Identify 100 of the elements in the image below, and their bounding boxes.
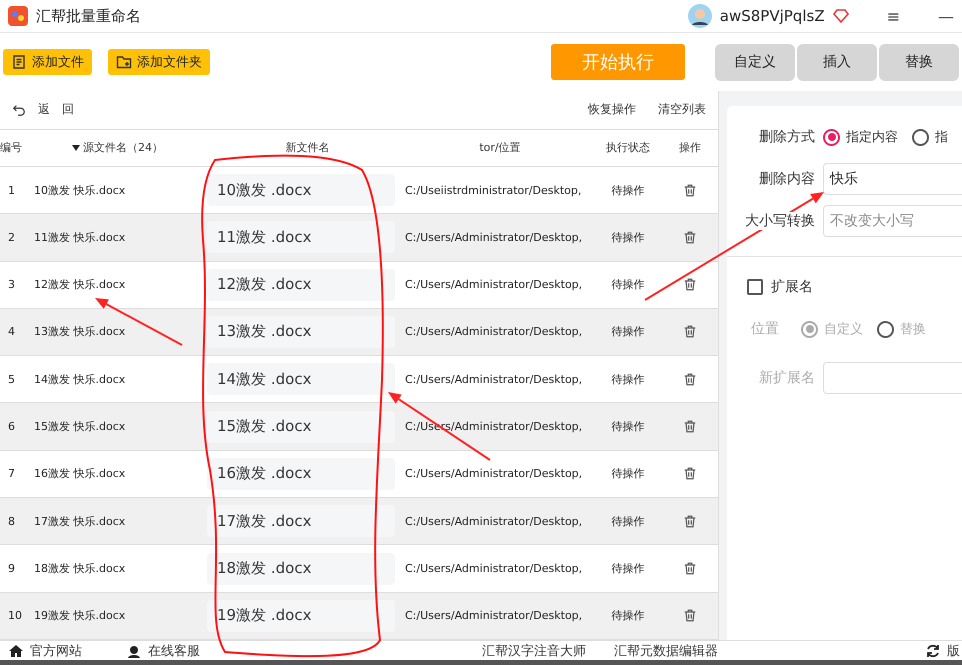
- trash-icon: [683, 466, 697, 482]
- trash-icon: [683, 277, 697, 292]
- column-header: 编号: [0, 140, 23, 156]
- path-cell-text: C:/Users/Administrator/Desktop,: [405, 609, 584, 622]
- delete-button[interactable]: [683, 561, 697, 576]
- checkbox-label: 扩展名: [771, 278, 813, 296]
- source-file-name: 17激发 快乐.docx: [33, 514, 126, 529]
- new-name-field[interactable]: 13激发 .docx: [207, 316, 395, 348]
- add-folder-button[interactable]: 添加文件夹: [108, 49, 210, 75]
- row-number: 4: [7, 325, 16, 338]
- row-number: 5: [7, 372, 16, 386]
- row-number: 6: [7, 420, 16, 434]
- column-header: 操作: [678, 140, 702, 156]
- trash-icon: [683, 608, 697, 624]
- row-number: 1: [7, 184, 16, 197]
- path-cell-text: C:/Users/Administrator/Desktop,: [405, 514, 584, 528]
- checkbox[interactable]: [747, 279, 763, 295]
- footer-link[interactable]: 官方网站: [30, 642, 82, 660]
- delete-button[interactable]: [683, 419, 697, 434]
- new-extension-field[interactable]: [823, 362, 962, 394]
- source-file-name: 11激发 快乐.docx: [33, 230, 126, 245]
- add-file-button[interactable]: 添加文件: [3, 49, 92, 75]
- status-cell-text: 待操作: [610, 230, 646, 245]
- source-file-name: 15激发 快乐.docx: [33, 419, 126, 434]
- delete-button[interactable]: [683, 182, 697, 198]
- version-label: 版: [947, 642, 960, 660]
- app-logo-icon: [8, 6, 28, 26]
- status-cell-text: 待操作: [610, 514, 646, 529]
- source-file-name: 13激发 快乐.docx: [33, 324, 126, 340]
- delete-button[interactable]: [683, 372, 697, 387]
- new-name-field[interactable]: 12激发 .docx: [207, 268, 395, 301]
- radio-option[interactable]: 指定内容: [823, 128, 898, 146]
- column-header[interactable]: 源文件名（24）: [83, 140, 163, 156]
- path-cell-text: C:/Users/Administrator/Desktop,: [405, 230, 584, 244]
- menu-button[interactable]: ≡: [886, 6, 900, 26]
- path-cell-text: C:/Users/Administrator/Desktop,: [405, 562, 584, 576]
- footer-link[interactable]: 汇帮元数据编辑器: [614, 642, 718, 660]
- status-cell-text: 待操作: [610, 608, 646, 624]
- source-file-name: 16激发 快乐.docx: [33, 466, 126, 482]
- trash-icon: [683, 230, 697, 245]
- status-cell-text: 待操作: [610, 561, 646, 576]
- trash-icon: [683, 514, 697, 529]
- source-file-name: 19激发 快乐.docx: [33, 608, 126, 624]
- new-name-field[interactable]: 10激发 .docx: [207, 174, 395, 206]
- status-cell-text: 待操作: [610, 419, 646, 434]
- new-name-field[interactable]: 17激发 .docx: [207, 505, 395, 538]
- trash-icon: [683, 372, 697, 387]
- clear-list-button[interactable]: 清空列表: [658, 101, 706, 118]
- source-file-name: 18激发 快乐.docx: [33, 561, 126, 576]
- path-cell-text: C:/Users/Administrator/Desktop,: [405, 278, 584, 292]
- mode-tab[interactable]: 插入: [797, 44, 877, 80]
- new-name-field[interactable]: 14激发 .docx: [207, 363, 395, 396]
- path-cell-text: C:/Users/Administrator/Desktop,: [405, 467, 584, 480]
- trash-icon: [683, 419, 697, 434]
- file-list-icon: [11, 54, 27, 70]
- path-cell-text: C:/Users/Administrator/Desktop,: [405, 325, 584, 338]
- delete-button[interactable]: [683, 324, 697, 340]
- status-cell-text: 待操作: [610, 182, 646, 198]
- window-title: 汇帮批量重命名: [36, 6, 142, 26]
- delete-button[interactable]: [683, 230, 697, 245]
- status-cell-text: 待操作: [610, 277, 646, 292]
- refresh-icon: [925, 642, 941, 658]
- path-cell-text: C:/Useiistrdministrator/Desktop,: [405, 184, 582, 197]
- mode-tab[interactable]: 替换: [879, 44, 959, 80]
- new-name-field[interactable]: 11激发 .docx: [207, 221, 395, 254]
- radio-option[interactable]: 指: [912, 128, 948, 146]
- trash-icon: [683, 182, 697, 198]
- delete-button[interactable]: [683, 466, 697, 482]
- delete-button[interactable]: [683, 608, 697, 624]
- back-button[interactable]: 返: [38, 101, 50, 118]
- delete-button[interactable]: [683, 277, 697, 292]
- home-icon: [8, 642, 24, 658]
- row-number: 9: [7, 562, 16, 576]
- new-name-field[interactable]: 15激发 .docx: [207, 410, 395, 443]
- delete-button[interactable]: [683, 514, 697, 529]
- row-number: 2: [7, 230, 16, 244]
- sort-caret-icon: [72, 144, 80, 151]
- row-number: 3: [7, 278, 16, 292]
- back-button[interactable]: 回: [62, 101, 74, 118]
- footer-link[interactable]: 在线客服: [148, 642, 200, 660]
- new-name-field[interactable]: 16激发 .docx: [207, 458, 395, 490]
- restore-button[interactable]: 恢复操作: [588, 101, 636, 118]
- new-name-field[interactable]: 19激发 .docx: [207, 600, 395, 632]
- new-name-field[interactable]: 18激发 .docx: [207, 552, 395, 585]
- trash-icon: [683, 561, 697, 576]
- user-name[interactable]: awS8PVjPqlsZ: [720, 7, 825, 25]
- source-file-name: 10激发 快乐.docx: [33, 182, 126, 198]
- source-file-name: 12激发 快乐.docx: [33, 277, 126, 292]
- status-cell-text: 待操作: [610, 466, 646, 482]
- mode-tab[interactable]: 自定义: [715, 44, 795, 80]
- diamond-icon: [832, 9, 849, 23]
- delete-content-field[interactable]: 快乐: [823, 163, 962, 195]
- minimize-button[interactable]: —: [938, 6, 954, 26]
- path-cell-text: C:/Users/Administrator/Desktop,: [405, 372, 584, 386]
- column-header: tor/位置: [478, 140, 522, 156]
- footer-link[interactable]: 汇帮汉字注音大师: [482, 642, 586, 660]
- column-header: 新文件名: [284, 140, 330, 156]
- column-header: 执行状态: [605, 140, 651, 156]
- folder-plus-icon: [116, 54, 132, 70]
- case-select[interactable]: 不改变大小写: [823, 205, 962, 237]
